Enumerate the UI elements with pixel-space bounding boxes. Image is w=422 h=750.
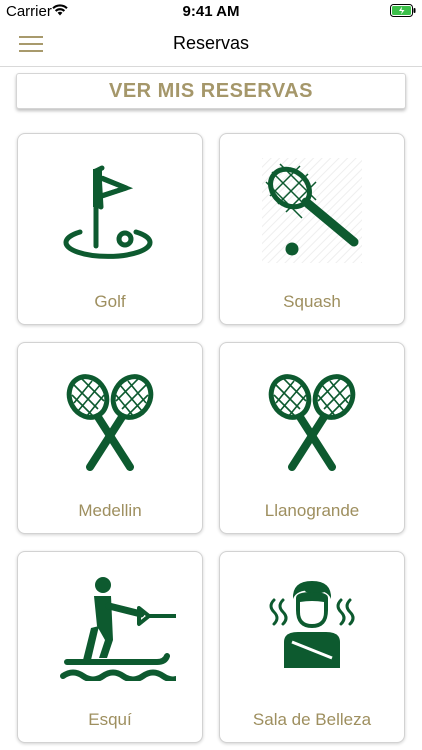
card-esqui[interactable]: Esquí <box>17 551 203 743</box>
card-medellin[interactable]: Medellin <box>17 342 203 534</box>
crossed-rackets-icon <box>66 374 154 471</box>
crossed-rackets-icon <box>268 374 356 471</box>
card-llanogrande[interactable]: Llanogrande <box>219 342 405 534</box>
navigation-bar: Reservas <box>0 24 422 67</box>
card-label: Esquí <box>88 710 132 729</box>
page-title: Reservas <box>172 33 250 53</box>
status-bar: Carrier 9:41 AM <box>0 0 422 24</box>
my-reservations-button[interactable]: VER MIS RESERVAS <box>16 73 406 109</box>
card-label: Llanogrande <box>264 501 360 520</box>
card-label: Squash <box>283 292 341 311</box>
beauty-salon-icon <box>269 581 355 668</box>
card-squash[interactable]: Squash <box>219 133 405 325</box>
card-label: Medellin <box>78 501 142 520</box>
card-label: Golf <box>94 292 126 311</box>
status-time: 9:41 AM <box>182 3 240 20</box>
golf-flag-icon <box>63 165 153 259</box>
card-label: Sala de Belleza <box>252 710 372 729</box>
card-golf[interactable]: Golf <box>17 133 203 325</box>
squash-racket-icon <box>262 158 362 263</box>
water-ski-icon <box>60 577 176 681</box>
battery-icon <box>390 4 416 17</box>
card-sala-de-belleza[interactable]: Sala de Belleza <box>219 551 405 743</box>
